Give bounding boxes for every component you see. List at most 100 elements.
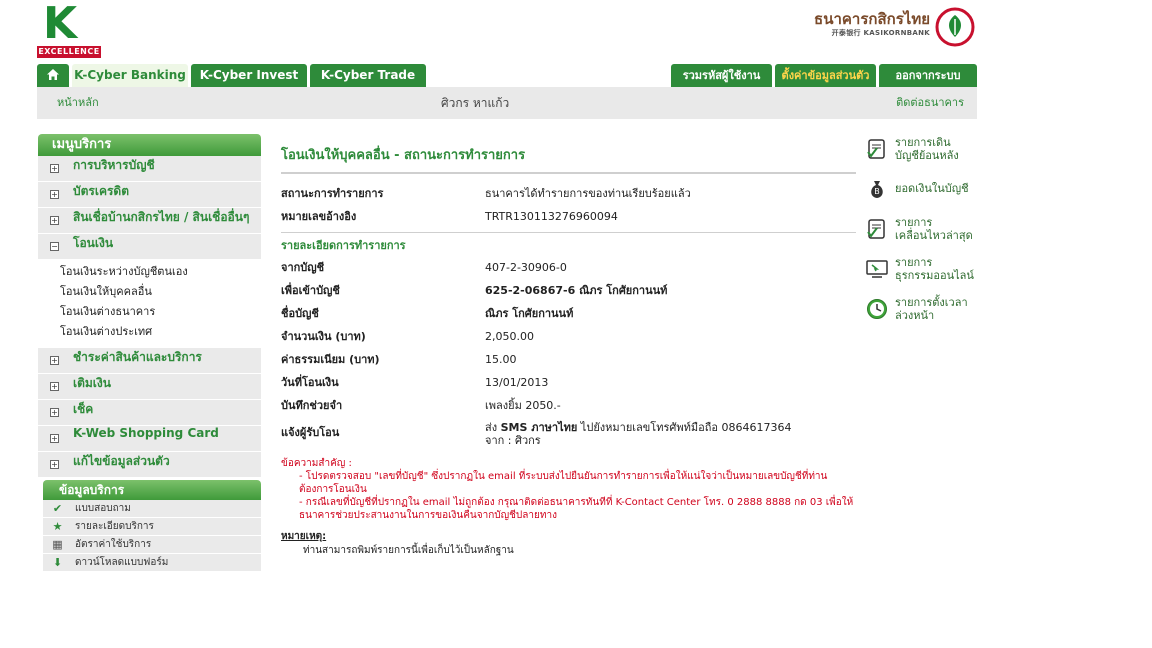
sub-navigation: หน้าหลัก ศิวกร หาแก้ว ติดต่อธนาคาร (37, 87, 977, 119)
menu-edit-profile[interactable]: + แก้ไขข้อมูลส่วนตัว (38, 452, 261, 478)
quick-label-line-2: บัญชีย้อนหลัง (895, 149, 959, 162)
tab-k-cyber-invest[interactable]: K-Cyber Invest (191, 64, 307, 87)
home-tab[interactable] (37, 64, 69, 87)
info-service-details-link[interactable]: ★ รายละเอียดบริการ (43, 518, 261, 536)
remark-section: หมายเหตุ: ท่านสามารถพิมพ์รายการนี้เพื่อเ… (281, 530, 856, 558)
notify-line-2: จาก : ศิวกร (485, 434, 541, 447)
quick-statement-history[interactable]: รายการเดิน บัญชีย้อนหลัง (862, 134, 977, 174)
tab-personal-settings[interactable]: ตั้งค่าข้อมูลส่วนตัว (775, 64, 876, 87)
menu-label: ชำระค่าสินค้าและบริการ (73, 350, 202, 364)
detail-label: จากบัญชี (281, 261, 325, 274)
detail-value: 2,050.00 (485, 330, 534, 343)
expand-icon: + (50, 216, 59, 225)
menu-account-management[interactable]: + การบริหารบัญชี (38, 156, 261, 182)
quick-recent-transactions[interactable]: รายการ เคลื่อนไหวล่าสุด (862, 214, 977, 254)
transfer-result-panel: โอนเงินให้บุคคลอื่น - สถานะการทำรายการ ส… (281, 140, 856, 558)
quick-account-balance[interactable]: B ยอดเงินในบัญชี (862, 174, 977, 214)
reference-value: TRTR130113276960094 (485, 210, 618, 223)
info-label: อัตราค่าใช้บริการ (75, 539, 152, 550)
quick-online-transactions[interactable]: รายการ ธุรกรรมออนไลน์ (862, 254, 977, 294)
remark-title: หมายเหตุ: (281, 531, 327, 542)
notify-value: ส่ง SMS ภาษาไทย ไปยังหมายเลขโทรศัพท์มือถ… (485, 421, 791, 447)
tab-combine-user-ids[interactable]: รวมรหัสผู้ใช้งาน (671, 64, 772, 87)
statement-icon (867, 139, 885, 159)
detail-label: จำนวนเงิน (บาท) (281, 330, 366, 343)
menu-transfer[interactable]: − โอนเงิน (38, 234, 261, 260)
to-account-row: เพื่อเข้าบัญชี 625-2-06867-6 ณิภร โกศัยก… (281, 279, 856, 302)
tab-k-cyber-banking[interactable]: K-Cyber Banking (72, 64, 188, 87)
menu-label: โอนเงิน (73, 236, 114, 250)
logo-tagline: EXCELLENCE (37, 46, 101, 58)
bank-name: ธนาคารกสิกรไทย 开泰银行 KASIKORNBANK (812, 10, 930, 38)
expand-icon: + (50, 460, 59, 469)
expand-icon: + (50, 382, 59, 391)
tab-logout[interactable]: ออกจากระบบ (879, 64, 977, 87)
menu-home-loan[interactable]: + สินเชื่อบ้านกสิกรไทย / สินเชื่ออื่นๆ (38, 208, 261, 234)
menu-bill-payment[interactable]: + ชำระค่าสินค้าและบริการ (38, 348, 261, 374)
kasikorn-excellence-logo: K EXCELLENCE (37, 2, 101, 58)
quick-label-line-2: ล่วงหน้า (895, 309, 935, 322)
download-icon: ⬇ (52, 556, 63, 569)
menu-k-web-shopping-card[interactable]: + K-Web Shopping Card (38, 426, 261, 452)
remark-text: ท่านสามารถพิมพ์รายการนี้เพื่อเก็บไว้เป็น… (303, 545, 514, 556)
transfer-date-row: วันที่โอนเงิน 13/01/2013 (281, 371, 856, 394)
monitor-icon (866, 260, 888, 278)
submenu-international-transfer[interactable]: โอนเงินต่างประเทศ (38, 322, 261, 342)
detail-value: 625-2-06867-6 ณิภร โกศัยกานนท์ (485, 284, 668, 297)
home-link[interactable]: หน้าหลัก (57, 87, 99, 119)
service-menu: เมนูบริการ + การบริหารบัญชี + บัตรเครดิต… (38, 134, 261, 478)
quick-label-line-1: ยอดเงินในบัญชี (895, 182, 969, 195)
service-menu-title: เมนูบริการ (38, 134, 261, 156)
info-survey-link[interactable]: ✔ แบบสอบถาม (43, 500, 261, 518)
star-icon: ★ (52, 520, 63, 533)
logged-in-user-name: ศิวกร หาแก้ว (441, 96, 510, 110)
quick-label-line-2: เคลื่อนไหวล่าสุด (895, 229, 973, 242)
contact-bank-link[interactable]: ติดต่อธนาคาร (896, 87, 964, 119)
detail-label: ชื่อบัญชี (281, 307, 319, 320)
expand-icon: + (50, 164, 59, 173)
submenu-interbank-transfer[interactable]: โอนเงินต่างธนาคาร (38, 302, 261, 322)
amount-row: จำนวนเงิน (บาท) 2,050.00 (281, 325, 856, 348)
detail-value: เพลงยิ้ม 2050.- (485, 399, 561, 412)
from-account-row: จากบัญชี 407-2-30906-0 (281, 256, 856, 279)
bank-name-english: 开泰银行 KASIKORNBANK (831, 29, 930, 37)
info-download-forms-link[interactable]: ⬇ ดาวน์โหลดแบบฟอร์ม (43, 554, 261, 572)
detail-label: วันที่โอนเงิน (281, 376, 339, 389)
quick-links: รายการเดิน บัญชีย้อนหลัง B ยอดเงินในบัญชี… (862, 134, 977, 334)
page-title: โอนเงินให้บุคคลอื่น - สถานะการทำรายการ (281, 140, 856, 174)
check-icon: ✔ (52, 502, 63, 515)
reference-row: หมายเลขอ้างอิง TRTR130113276960094 (281, 205, 856, 228)
notice-line-2: - กรณีเลขที่บัญชีที่ปรากฏใน email ไม่ถูก… (299, 497, 854, 521)
info-fee-rates-link[interactable]: ▦ อัตราค่าใช้บริการ (43, 536, 261, 554)
menu-label: บัตรเครดิต (73, 184, 130, 198)
bank-name-thai: ธนาคารกสิกรไทย (814, 10, 930, 28)
menu-top-up[interactable]: + เติมเงิน (38, 374, 261, 400)
quick-label-line-1: รายการ (895, 216, 933, 229)
collapse-icon: − (50, 242, 59, 251)
quick-label: รายการ เคลื่อนไหวล่าสุด (895, 216, 973, 242)
menu-cheque[interactable]: + เช็ค (38, 400, 261, 426)
submenu-third-party-transfer[interactable]: โอนเงินให้บุคคลอื่น (38, 282, 261, 302)
bank-emblem-icon (935, 7, 975, 47)
status-row: สถานะการทำรายการ ธนาคารได้ทำรายการของท่า… (281, 182, 856, 205)
expand-icon: + (50, 190, 59, 199)
detail-value: 407-2-30906-0 (485, 261, 567, 274)
svg-text:B: B (874, 187, 880, 196)
home-icon (47, 69, 59, 80)
logo-letter: K (43, 0, 78, 49)
notify-phone: ไปยังหมายเลขโทรศัพท์มือถือ 0864617364 (577, 421, 792, 434)
calculator-icon: ▦ (52, 538, 63, 551)
memo-row: บันทึกช่วยจำ เพลงยิ้ม 2050.- (281, 394, 856, 417)
quick-scheduled-transactions[interactable]: รายการตั้งเวลา ล่วงหน้า (862, 294, 977, 334)
money-bag-icon: B (871, 181, 883, 198)
quick-label-line-1: รายการเดิน (895, 136, 951, 149)
notice-title: ข้อความสำคัญ : (281, 458, 352, 469)
status-value: ธนาคารได้ทำรายการของท่านเรียบร้อยแล้ว (485, 187, 691, 200)
detail-value: ณิภร โกศัยกานนท์ (485, 307, 574, 320)
menu-credit-card[interactable]: + บัตรเครดิต (38, 182, 261, 208)
submenu-own-account-transfer[interactable]: โอนเงินระหว่างบัญชีตนเอง (38, 262, 261, 282)
tab-k-cyber-trade[interactable]: K-Cyber Trade (310, 64, 426, 87)
menu-label: การบริหารบัญชี (73, 158, 155, 172)
service-info-title: ข้อมูลบริการ (43, 480, 261, 500)
detail-label: เพื่อเข้าบัญชี (281, 284, 340, 297)
